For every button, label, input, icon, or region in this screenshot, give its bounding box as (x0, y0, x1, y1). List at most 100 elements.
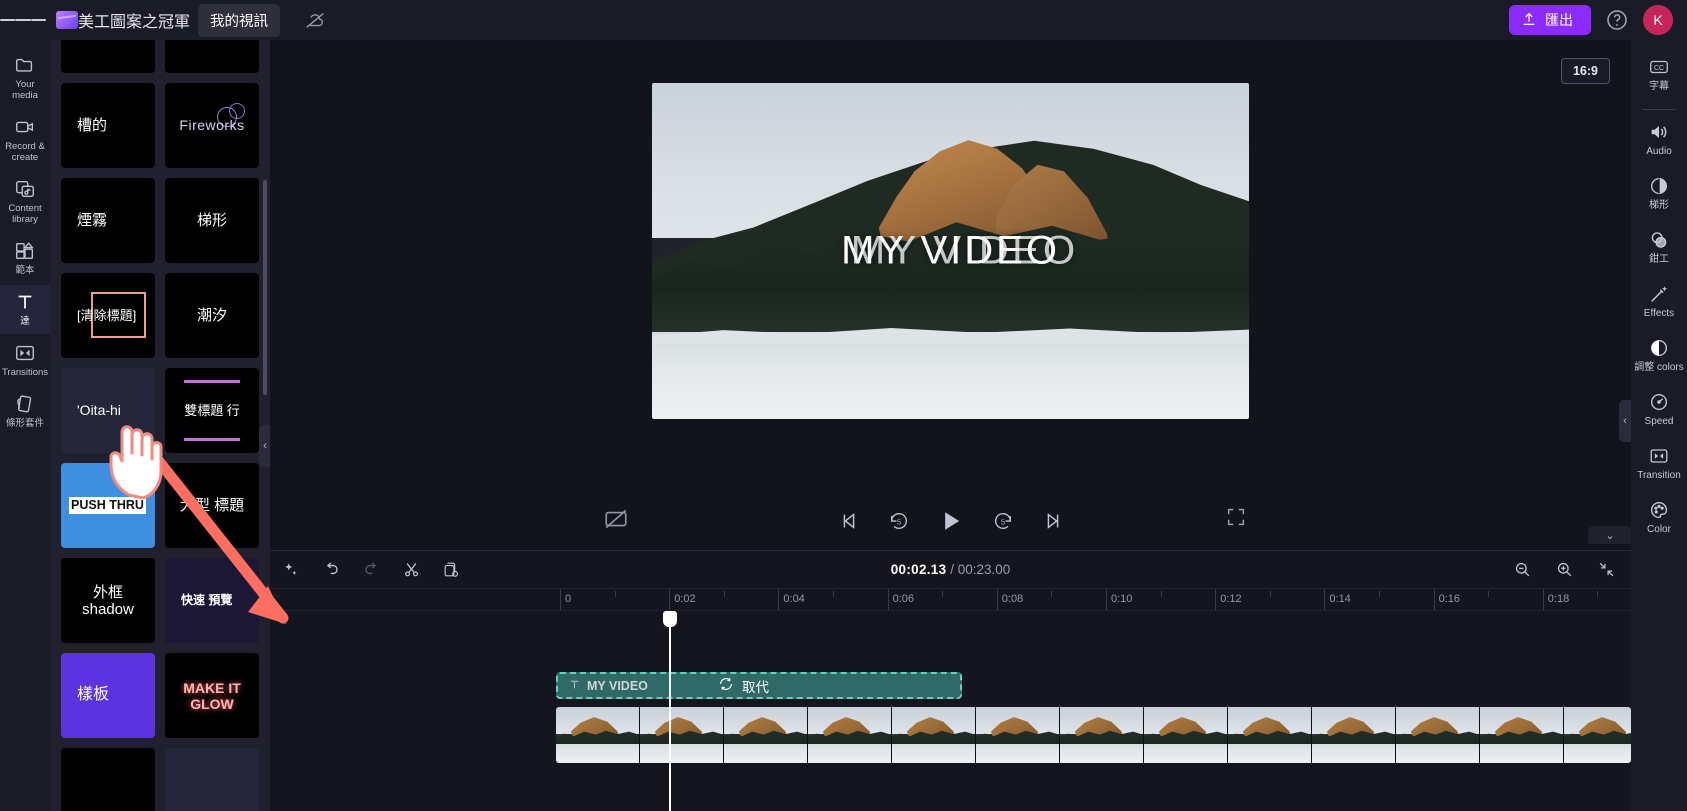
text-t-icon (568, 678, 581, 694)
timecode-separator: / (950, 562, 954, 577)
template-card[interactable]: 槽的 (61, 83, 155, 168)
template-card[interactable]: 潮汐 (165, 273, 259, 358)
template-card[interactable]: 煙霧 (61, 178, 155, 263)
sidebar-item-content-library[interactable]: Content library (0, 172, 50, 232)
right-item-audio[interactable]: Audio (1631, 113, 1687, 167)
right-item-speed[interactable]: Speed (1631, 383, 1687, 437)
forward-5-icon[interactable]: 5 (990, 508, 1016, 534)
template-card[interactable]: Fireworks (165, 83, 259, 168)
sidebar-item-your-media[interactable]: Your media (0, 48, 50, 108)
right-item-color[interactable]: Color (1631, 491, 1687, 545)
right-item-adjust-colors[interactable]: 調整 colors (1631, 329, 1687, 383)
ruler-tick-minor (942, 591, 944, 597)
video-thumbnail (556, 707, 640, 763)
panel-collapse-button[interactable]: ‹ (259, 425, 270, 467)
right-item-effects[interactable]: Effects (1631, 275, 1687, 329)
skip-next-icon[interactable] (1040, 508, 1066, 534)
template-card[interactable] (61, 40, 155, 73)
template-card[interactable]: 梯形 (165, 178, 259, 263)
template-card[interactable]: 'Oita-hi (61, 368, 155, 453)
timeline-playhead[interactable] (663, 611, 677, 811)
editor-body: Your media Record & create Content libra… (0, 40, 1687, 811)
ruler-tick-minor (833, 591, 834, 597)
skip-previous-icon[interactable] (836, 508, 862, 534)
scissors-icon[interactable] (400, 559, 422, 581)
template-card[interactable]: 大型 標題 (165, 463, 259, 548)
template-card[interactable] (165, 748, 259, 811)
video-thumbnail (976, 707, 1060, 763)
video-thumbnail (808, 707, 892, 763)
transport-controls: 5 5 (836, 506, 1066, 536)
refresh-icon (718, 676, 734, 695)
captions-off-icon[interactable] (603, 506, 629, 532)
avatar[interactable]: K (1643, 5, 1673, 35)
duplicate-icon[interactable] (440, 559, 462, 581)
right-item-filters[interactable]: 鉗工 (1631, 221, 1687, 275)
top-bar: 美工圖案之冠軍 我的視訊 匯出 K (0, 0, 1687, 40)
undo-icon[interactable] (320, 559, 342, 581)
closed-caption-icon: CC (1648, 56, 1670, 78)
playhead-handle[interactable] (663, 611, 677, 627)
sidebar-item-label: 條形套件 (5, 418, 44, 429)
aspect-ratio-button[interactable]: 16:9 (1560, 58, 1610, 84)
timeline-video-track[interactable] (556, 707, 1631, 763)
template-card[interactable]: PUSH THRU (61, 463, 155, 548)
magic-wand-icon (1648, 283, 1670, 305)
play-button[interactable] (936, 506, 966, 536)
timeline-tracks: MY VIDEO 取代 (270, 611, 1631, 811)
right-item-fade[interactable]: 梯形 (1631, 167, 1687, 221)
right-item-captions[interactable]: CC 字幕 (1631, 48, 1687, 102)
sidebar-item-text[interactable]: 達 (0, 285, 50, 334)
ruler-tick-minor (1597, 591, 1599, 597)
zoom-in-icon[interactable] (1553, 559, 1575, 581)
replace-clip-button[interactable]: 取代 (718, 676, 769, 696)
video-preview[interactable]: MY VIDEO MY VIDEO (652, 83, 1249, 419)
timeline-ruler[interactable]: 00:020:040:060:080:100:120:140:160:180:2… (270, 589, 1678, 611)
template-card[interactable]: 外框 shadow (61, 558, 155, 643)
sidebar-item-record-create[interactable]: Record & create (0, 110, 50, 170)
panel-scrollbar[interactable] (263, 180, 267, 395)
fit-to-screen-icon[interactable] (1595, 559, 1617, 581)
zoom-out-icon[interactable] (1511, 559, 1533, 581)
ruler-tick-major: 0:06 (887, 589, 914, 610)
ruler-tick-minor (1379, 591, 1380, 597)
sidebar-item-brand-kit[interactable]: 條形套件 (0, 387, 50, 436)
template-card-label: 快速 預覽 (181, 592, 233, 607)
ruler-tick-label: 0:18 (1547, 593, 1570, 605)
help-circle-icon[interactable] (1605, 8, 1629, 32)
template-card[interactable]: 樣板 (61, 653, 155, 738)
cloud-off-icon[interactable] (302, 7, 328, 33)
sparkle-icon[interactable] (280, 559, 302, 581)
template-card[interactable]: MAKE IT GLOW (165, 653, 259, 738)
template-card-label: 'Oita-hi (77, 402, 121, 419)
right-panel-collapse-button[interactable]: ‹ (1619, 400, 1631, 442)
export-button[interactable]: 匯出 (1509, 5, 1591, 35)
template-card[interactable]: 快速 預覽 (165, 558, 259, 643)
timeline-text-clip[interactable]: MY VIDEO 取代 (556, 672, 962, 699)
right-item-transition[interactable]: Transition (1631, 437, 1687, 491)
template-card-label: 大型 標題 (179, 497, 245, 514)
current-time: 00:02.13 (890, 562, 947, 577)
preview-collapse-button[interactable]: ⌄ (1588, 526, 1632, 544)
project-name-field[interactable]: 我的視訊 (198, 3, 281, 37)
sidebar-item-transitions[interactable]: Transitions (0, 336, 50, 385)
template-card[interactable] (165, 40, 259, 73)
template-card-label: 梯形 (196, 211, 227, 229)
ruler-tick-minor (723, 591, 725, 597)
sidebar-item-templates[interactable]: 範本 (0, 234, 50, 283)
fade-icon (1648, 175, 1670, 197)
divider (1642, 109, 1676, 110)
menu-icon[interactable] (0, 0, 46, 40)
export-button-label: 匯出 (1545, 12, 1573, 28)
fullscreen-icon[interactable] (1225, 506, 1249, 530)
library-icon (14, 178, 36, 200)
breadcrumb: 美工圖案之冠軍 (78, 14, 191, 31)
replay-5-icon[interactable]: 5 (886, 508, 912, 534)
template-card[interactable] (61, 748, 155, 811)
video-thumbnail (640, 707, 724, 763)
template-card[interactable]: [清除標題] (61, 273, 155, 358)
text-clip-label: MY VIDEO (587, 678, 648, 693)
redo-icon[interactable] (360, 559, 382, 581)
right-item-label: 調整 colors (1634, 362, 1684, 373)
template-card[interactable]: 雙標題 行 (165, 368, 259, 453)
